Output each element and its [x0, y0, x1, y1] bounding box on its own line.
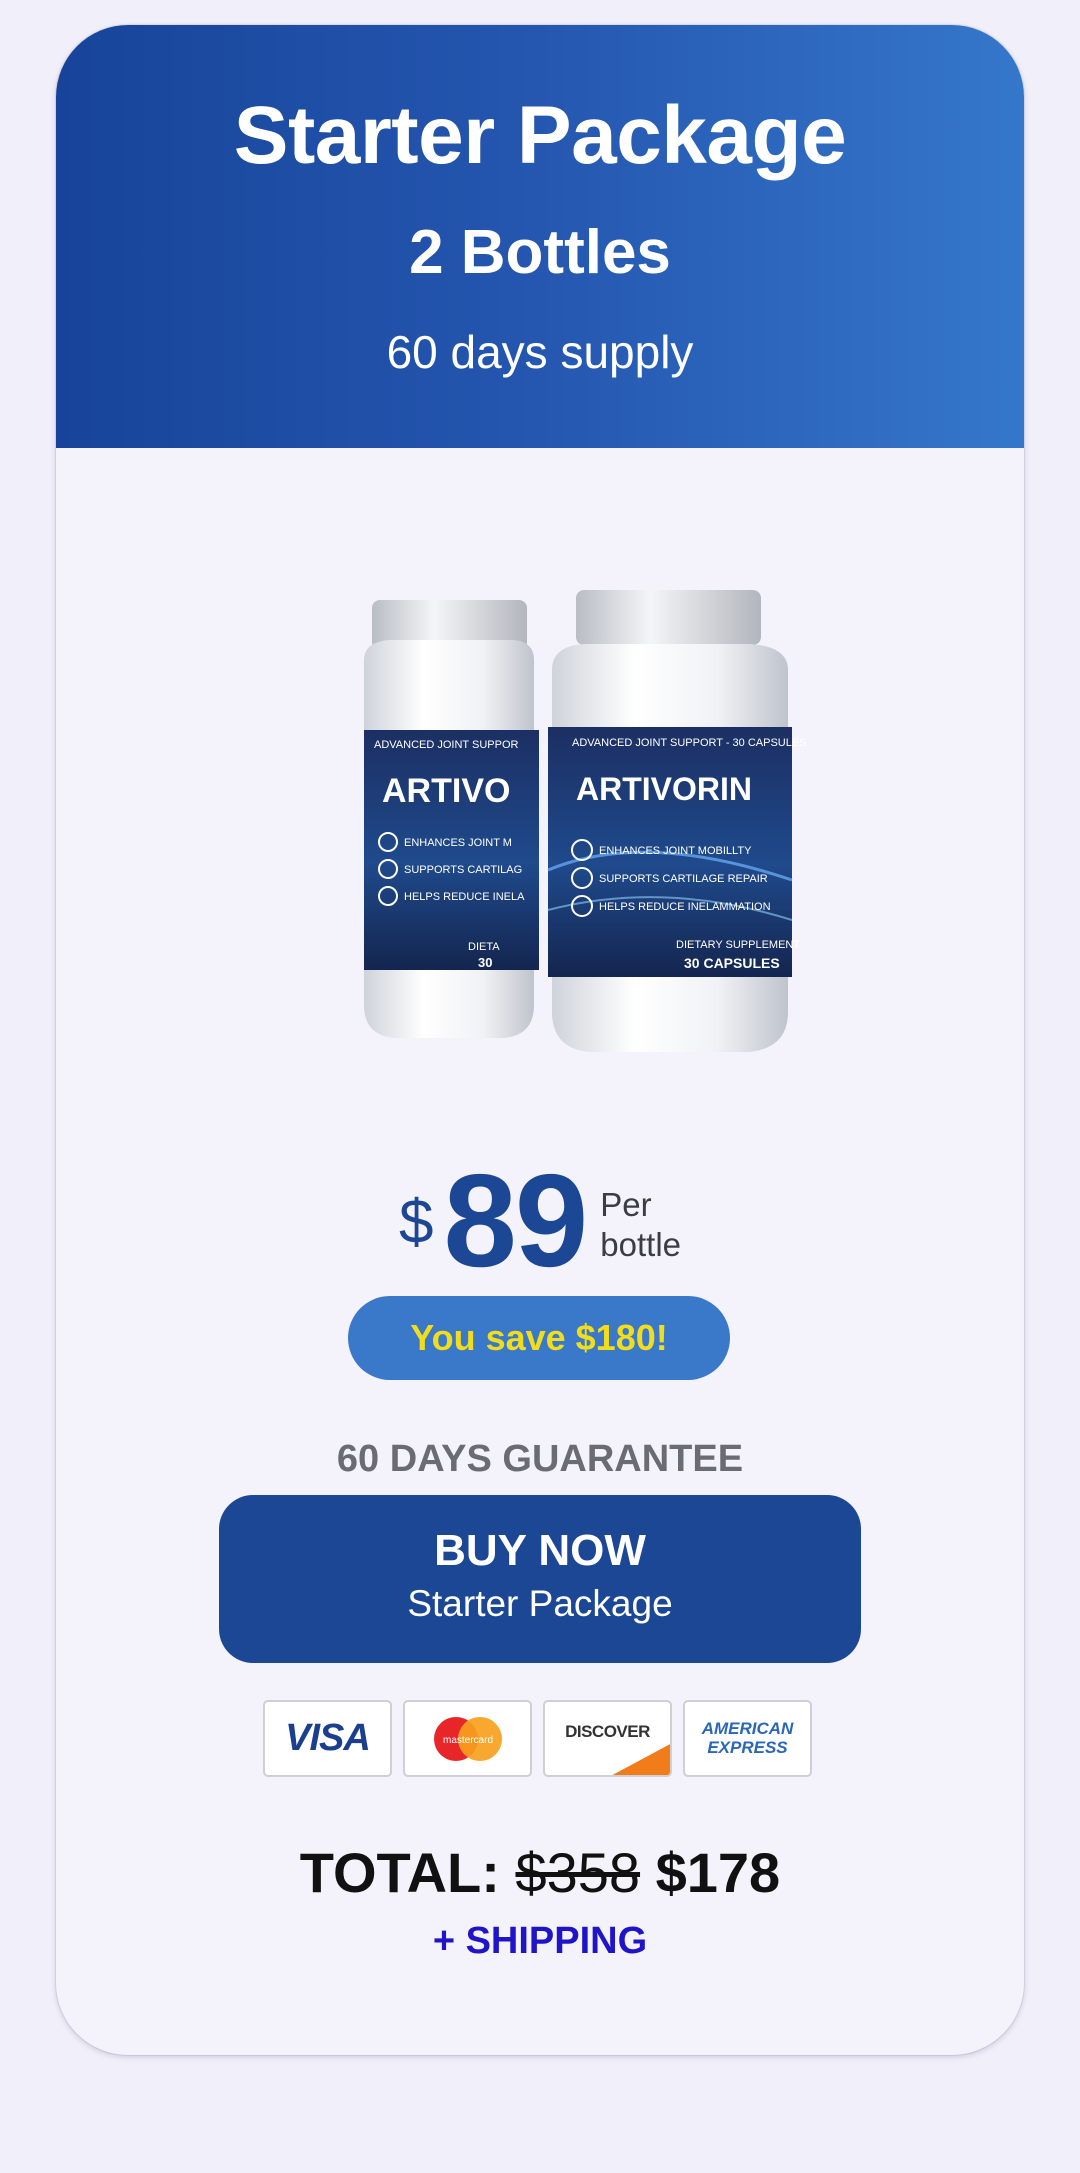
- front-bottle: ADVANCED JOINT SUPPORT - 30 CAPSULES ART…: [547, 590, 807, 1052]
- svg-text:mastercard: mastercard: [442, 1735, 492, 1746]
- payment-methods: VISA mastercard DISCOVER AMERICAN EXPRES…: [263, 1700, 812, 1777]
- buy-now-button[interactable]: BUY NOW Starter Package: [219, 1495, 861, 1663]
- svg-text:30: 30: [478, 955, 492, 970]
- price-currency: $: [398, 1188, 434, 1257]
- svg-text:ARTIVORIN: ARTIVORIN: [576, 771, 752, 807]
- package-supply: 60 days supply: [386, 326, 694, 378]
- shipping-note: + SHIPPING: [432, 1920, 648, 1962]
- amex-icon: AMERICAN EXPRESS: [683, 1700, 812, 1777]
- package-title: Starter Package: [233, 90, 847, 181]
- svg-text:SUPPORTS CARTILAGE REPAIR: SUPPORTS CARTILAGE REPAIR: [599, 873, 768, 885]
- discover-icon: DISCOVER: [543, 1700, 672, 1777]
- guarantee-text: 60 DAYS GUARANTEE: [336, 1438, 744, 1480]
- price-display: $ 89 Per bottle: [56, 1155, 1024, 1287]
- visa-icon: VISA: [263, 1700, 392, 1777]
- svg-text:ENHANCES JOINT MOBILLTY: ENHANCES JOINT MOBILLTY: [599, 845, 752, 857]
- price-unit-line2: bottle: [600, 1225, 682, 1263]
- savings-badge: You save $180!: [348, 1296, 730, 1380]
- svg-text:ENHANCES JOINT M: ENHANCES JOINT M: [404, 837, 512, 849]
- price-unit-line1: Per: [600, 1186, 652, 1223]
- svg-text:SUPPORTS CARTILAG: SUPPORTS CARTILAG: [404, 864, 522, 876]
- package-quantity: 2 Bottles: [409, 218, 671, 287]
- back-bottle: ADVANCED JOINT SUPPOR ARTIVO ENHANCES JO…: [364, 600, 539, 1038]
- svg-text:ARTIVO: ARTIVO: [382, 772, 510, 810]
- order-total: TOTAL: $358 $178: [56, 1840, 1024, 1905]
- svg-text:DIETARY SUPPLEMENT: DIETARY SUPPLEMENT: [676, 939, 800, 951]
- total-new-price: $178: [655, 1841, 781, 1904]
- package-header: Starter Package 2 Bottles 60 days supply: [56, 25, 1024, 448]
- svg-text:ADVANCED JOINT SUPPORT - 30 CA: ADVANCED JOINT SUPPORT - 30 CAPSULES: [572, 737, 807, 749]
- svg-text:HELPS REDUCE INELAMMATION: HELPS REDUCE INELAMMATION: [599, 901, 771, 913]
- svg-text:HELPS REDUCE INELA: HELPS REDUCE INELA: [404, 891, 525, 903]
- total-old-price: $358: [515, 1841, 641, 1904]
- buy-now-label: BUY NOW: [434, 1526, 646, 1575]
- svg-text:30 CAPSULES: 30 CAPSULES: [684, 955, 780, 971]
- buy-now-sublabel: Starter Package: [407, 1583, 673, 1624]
- svg-text:ADVANCED JOINT SUPPOR: ADVANCED JOINT SUPPOR: [374, 739, 519, 751]
- product-image: ADVANCED JOINT SUPPOR ARTIVO ENHANCES JO…: [364, 590, 807, 1052]
- price-unit: Per bottle: [600, 1185, 681, 1264]
- total-label: TOTAL:: [299, 1841, 500, 1904]
- svg-text:DIETA: DIETA: [468, 941, 500, 953]
- price-amount: 89: [443, 1147, 588, 1294]
- mastercard-icon: mastercard: [403, 1700, 532, 1777]
- package-card: Starter Package 2 Bottles 60 days supply: [56, 25, 1024, 2055]
